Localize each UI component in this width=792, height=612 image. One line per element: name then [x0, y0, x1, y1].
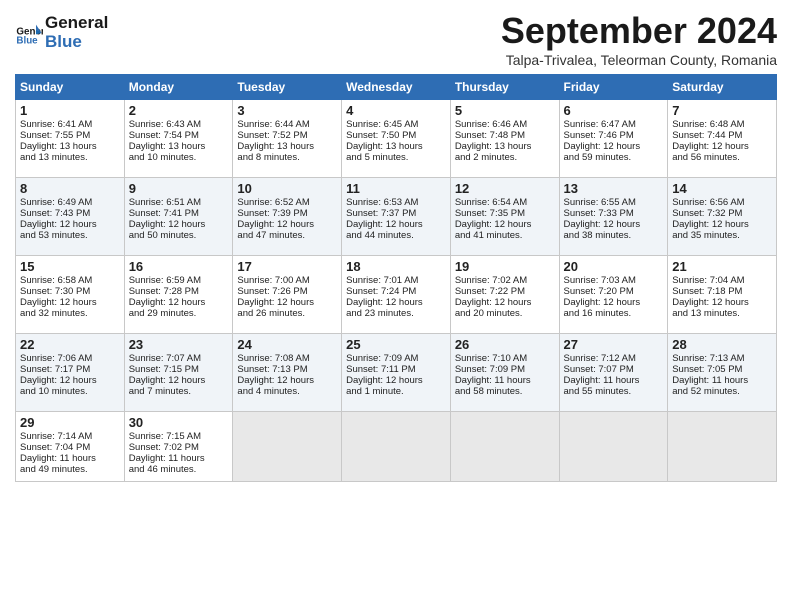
table-row: 11Sunrise: 6:53 AMSunset: 7:37 PMDayligh… [342, 178, 451, 256]
logo-blue: Blue [45, 33, 108, 52]
table-row: 24Sunrise: 7:08 AMSunset: 7:13 PMDayligh… [233, 334, 342, 412]
col-tuesday: Tuesday [233, 75, 342, 100]
table-row: 29Sunrise: 7:14 AMSunset: 7:04 PMDayligh… [16, 412, 125, 482]
table-row: 12Sunrise: 6:54 AMSunset: 7:35 PMDayligh… [450, 178, 559, 256]
logo: General Blue General Blue [15, 14, 108, 51]
table-row: 10Sunrise: 6:52 AMSunset: 7:39 PMDayligh… [233, 178, 342, 256]
header-row: Sunday Monday Tuesday Wednesday Thursday… [16, 75, 777, 100]
table-row [668, 412, 777, 482]
table-row: 21Sunrise: 7:04 AMSunset: 7:18 PMDayligh… [668, 256, 777, 334]
table-row [559, 412, 668, 482]
table-row: 18Sunrise: 7:01 AMSunset: 7:24 PMDayligh… [342, 256, 451, 334]
col-monday: Monday [124, 75, 233, 100]
table-row: 19Sunrise: 7:02 AMSunset: 7:22 PMDayligh… [450, 256, 559, 334]
title-block: September 2024 Talpa-Trivalea, Teleorman… [501, 10, 777, 68]
table-row: 4Sunrise: 6:45 AMSunset: 7:50 PMDaylight… [342, 100, 451, 178]
col-saturday: Saturday [668, 75, 777, 100]
month-title: September 2024 [501, 10, 777, 52]
table-row: 17Sunrise: 7:00 AMSunset: 7:26 PMDayligh… [233, 256, 342, 334]
table-row: 3Sunrise: 6:44 AMSunset: 7:52 PMDaylight… [233, 100, 342, 178]
col-sunday: Sunday [16, 75, 125, 100]
col-wednesday: Wednesday [342, 75, 451, 100]
calendar-table: Sunday Monday Tuesday Wednesday Thursday… [15, 74, 777, 482]
table-row: 26Sunrise: 7:10 AMSunset: 7:09 PMDayligh… [450, 334, 559, 412]
table-row [342, 412, 451, 482]
table-row: 28Sunrise: 7:13 AMSunset: 7:05 PMDayligh… [668, 334, 777, 412]
col-thursday: Thursday [450, 75, 559, 100]
svg-text:Blue: Blue [16, 35, 38, 46]
table-row: 13Sunrise: 6:55 AMSunset: 7:33 PMDayligh… [559, 178, 668, 256]
table-row: 7Sunrise: 6:48 AMSunset: 7:44 PMDaylight… [668, 100, 777, 178]
table-row: 5Sunrise: 6:46 AMSunset: 7:48 PMDaylight… [450, 100, 559, 178]
location: Talpa-Trivalea, Teleorman County, Romani… [501, 52, 777, 68]
table-row: 14Sunrise: 6:56 AMSunset: 7:32 PMDayligh… [668, 178, 777, 256]
table-row [233, 412, 342, 482]
table-row: 20Sunrise: 7:03 AMSunset: 7:20 PMDayligh… [559, 256, 668, 334]
table-row: 15Sunrise: 6:58 AMSunset: 7:30 PMDayligh… [16, 256, 125, 334]
table-row: 9Sunrise: 6:51 AMSunset: 7:41 PMDaylight… [124, 178, 233, 256]
header: General Blue General Blue September 2024… [15, 10, 777, 68]
table-row: 23Sunrise: 7:07 AMSunset: 7:15 PMDayligh… [124, 334, 233, 412]
table-row: 22Sunrise: 7:06 AMSunset: 7:17 PMDayligh… [16, 334, 125, 412]
logo-icon: General Blue [15, 19, 43, 47]
table-row [450, 412, 559, 482]
table-row: 30Sunrise: 7:15 AMSunset: 7:02 PMDayligh… [124, 412, 233, 482]
table-row: 27Sunrise: 7:12 AMSunset: 7:07 PMDayligh… [559, 334, 668, 412]
table-row: 8Sunrise: 6:49 AMSunset: 7:43 PMDaylight… [16, 178, 125, 256]
table-row: 16Sunrise: 6:59 AMSunset: 7:28 PMDayligh… [124, 256, 233, 334]
logo-general: General [45, 14, 108, 33]
table-row: 2Sunrise: 6:43 AMSunset: 7:54 PMDaylight… [124, 100, 233, 178]
table-row: 6Sunrise: 6:47 AMSunset: 7:46 PMDaylight… [559, 100, 668, 178]
col-friday: Friday [559, 75, 668, 100]
table-row: 25Sunrise: 7:09 AMSunset: 7:11 PMDayligh… [342, 334, 451, 412]
table-row: 1Sunrise: 6:41 AMSunset: 7:55 PMDaylight… [16, 100, 125, 178]
page-container: General Blue General Blue September 2024… [0, 0, 792, 492]
